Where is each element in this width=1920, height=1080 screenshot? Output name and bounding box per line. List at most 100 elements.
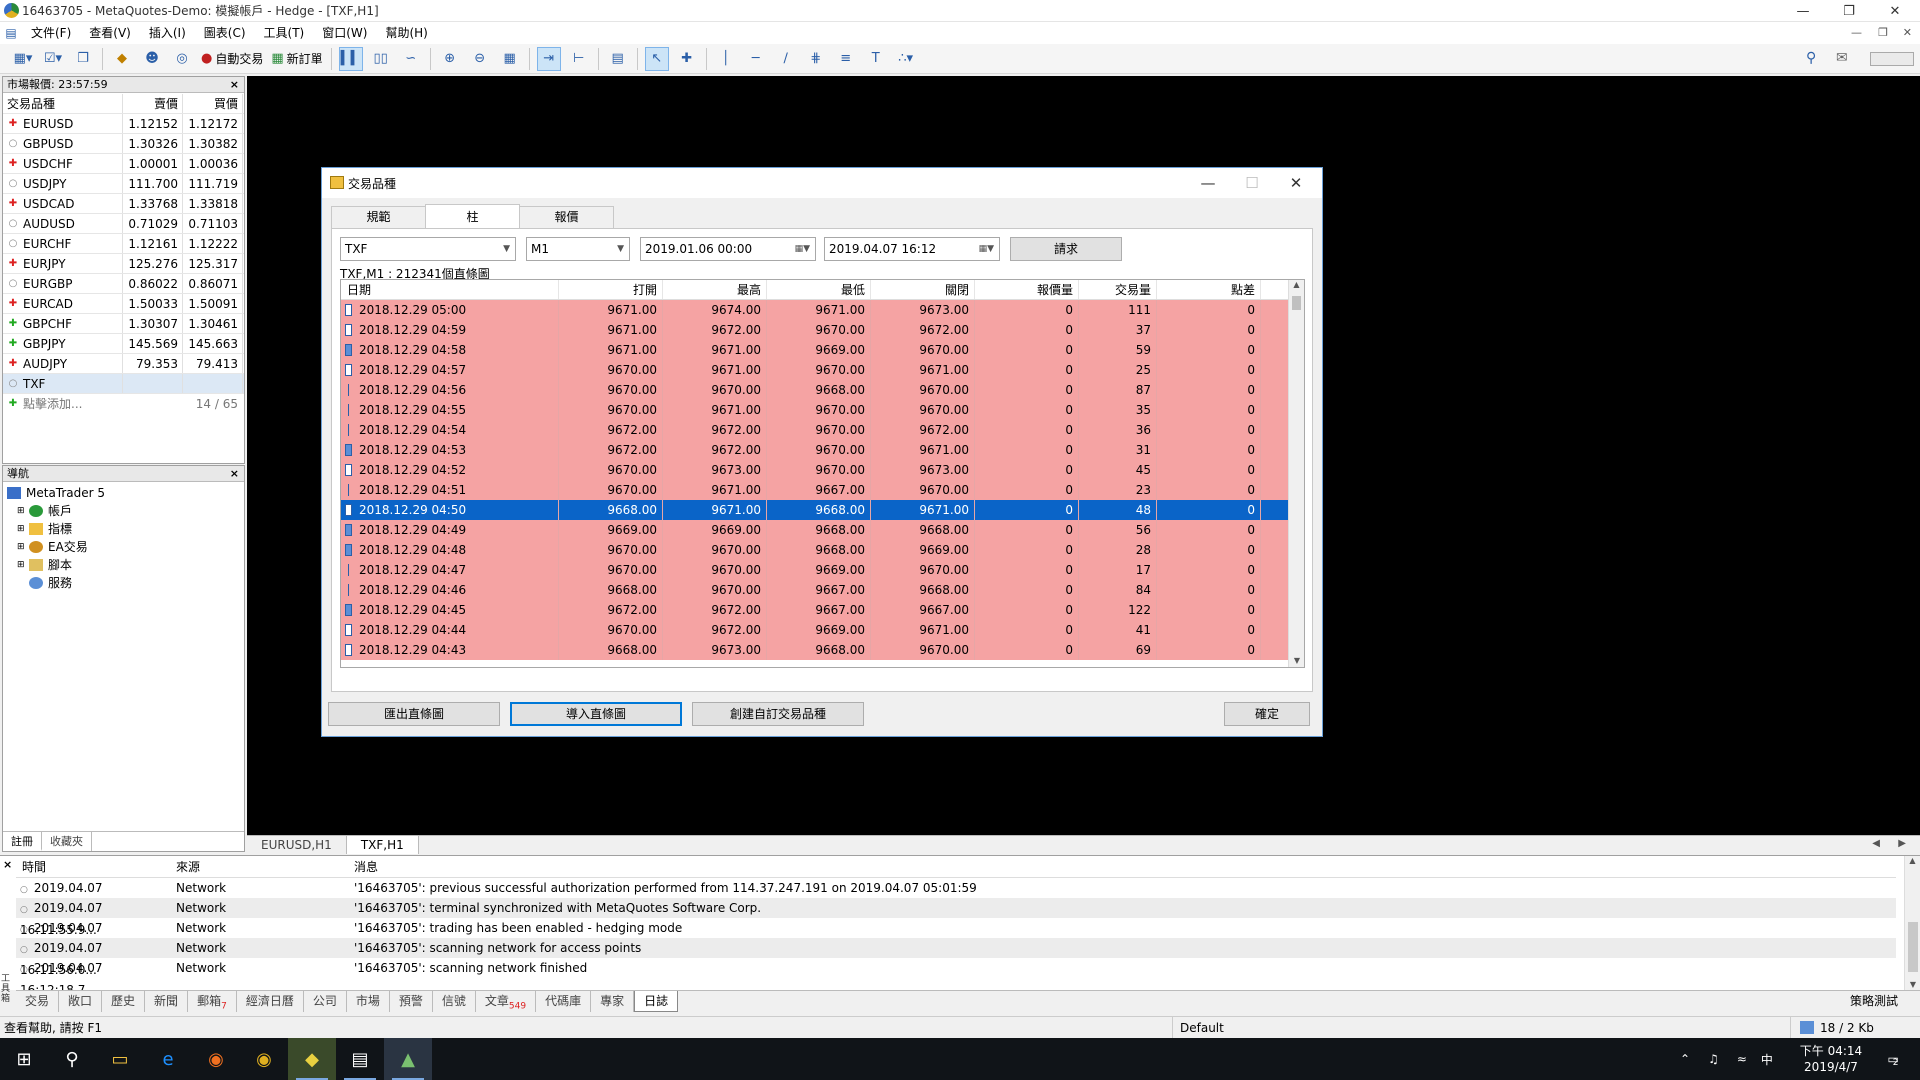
- expand-icon[interactable]: ⊞: [17, 538, 29, 556]
- calendar-icon[interactable]: ▦▼: [795, 238, 810, 260]
- column-header-high[interactable]: 最高: [663, 280, 767, 299]
- chart-tab-eurusd[interactable]: EURUSD,H1: [247, 836, 347, 854]
- bar-row[interactable]: 2018.12.29 04:49 9669.00 9669.00 9668.00 966…: [341, 520, 1304, 540]
- expand-icon[interactable]: ⊞: [17, 556, 29, 574]
- search-icon[interactable]: ⚲: [1806, 50, 1816, 66]
- chart-tab-txf[interactable]: TXF,H1: [346, 836, 419, 854]
- notepad-taskbar-icon[interactable]: ▤: [336, 1038, 384, 1080]
- child-restore-icon[interactable]: ❐: [1878, 26, 1888, 39]
- scroll-thumb[interactable]: [1908, 922, 1918, 972]
- market-watch-row[interactable]: ✚ EURJPY 125.276 125.317: [3, 254, 244, 274]
- indicators-icon[interactable]: ▤: [606, 47, 630, 71]
- nav-item-accounts[interactable]: ⊞ 帳戶: [7, 502, 244, 520]
- tab-market[interactable]: 市場: [347, 991, 390, 1012]
- nav-root[interactable]: MetaTrader 5: [7, 484, 244, 502]
- tab-news[interactable]: 新聞: [145, 991, 189, 1012]
- metaeditor-taskbar-icon[interactable]: ◆: [288, 1038, 336, 1080]
- signals-icon[interactable]: ◎: [170, 47, 194, 71]
- bar-row[interactable]: 2018.12.29 04:55 9670.00 9671.00 9670.00 967…: [341, 400, 1304, 420]
- request-button[interactable]: 請求: [1010, 237, 1122, 261]
- scroll-up-icon[interactable]: ▲: [1905, 856, 1920, 865]
- scroll-down-icon[interactable]: ▼: [1905, 980, 1920, 989]
- menu-view[interactable]: 查看(V): [80, 22, 140, 44]
- market-watch-row[interactable]: ○ EURCHF 1.12161 1.12222: [3, 234, 244, 254]
- candlestick-icon[interactable]: ▯▯: [369, 47, 393, 71]
- timeframe-select[interactable]: M1 ▼: [526, 237, 630, 261]
- tab-journal[interactable]: 日誌: [634, 991, 679, 1012]
- tab-bars[interactable]: 柱: [425, 204, 520, 228]
- menu-help[interactable]: 幫助(H): [376, 22, 436, 44]
- bar-row[interactable]: 2018.12.29 04:58 9671.00 9671.00 9669.00 967…: [341, 340, 1304, 360]
- horizontal-line-icon[interactable]: ─: [744, 47, 768, 71]
- profiles-icon[interactable]: ☑▾: [41, 47, 65, 71]
- close-icon[interactable]: ✕: [1276, 172, 1316, 194]
- bar-row[interactable]: 2018.12.29 05:00 9671.00 9674.00 9671.00 967…: [341, 300, 1304, 320]
- bar-row[interactable]: 2018.12.29 04:56 9670.00 9670.00 9668.00 967…: [341, 380, 1304, 400]
- journal-row[interactable]: ○ 2019.04.07 16:11:56.0... Network '1646370…: [16, 938, 1896, 977]
- metatrader-taskbar-icon[interactable]: ▲: [384, 1038, 432, 1080]
- document-icon[interactable]: ▤: [0, 26, 22, 40]
- export-bars-button[interactable]: 匯出直條圖: [328, 702, 500, 726]
- restore-icon[interactable]: ❐: [1826, 0, 1872, 22]
- bar-row[interactable]: 2018.12.29 04:54 9672.00 9672.00 9670.00 967…: [341, 420, 1304, 440]
- column-header-date[interactable]: 日期: [341, 280, 559, 299]
- market-watch-row[interactable]: ✚ USDCAD 1.33768 1.33818: [3, 194, 244, 214]
- expand-icon[interactable]: ⊞: [17, 502, 29, 520]
- bar-row[interactable]: 2018.12.29 04:59 9671.00 9672.00 9670.00 967…: [341, 320, 1304, 340]
- minimize-icon[interactable]: —: [1780, 0, 1826, 22]
- nav-item-scripts[interactable]: ⊞ 腳本: [7, 556, 244, 574]
- calendar-icon[interactable]: ▦▼: [979, 238, 994, 260]
- bar-row[interactable]: 2018.12.29 04:45 9672.00 9672.00 9667.00 966…: [341, 600, 1304, 620]
- tabs-right-icon[interactable]: ▶: [1898, 838, 1906, 849]
- tab-code-base[interactable]: 代碼庫: [536, 991, 592, 1012]
- close-icon[interactable]: ✕: [1872, 0, 1918, 22]
- vertical-line-icon[interactable]: │: [714, 47, 738, 71]
- close-icon[interactable]: ×: [230, 77, 239, 92]
- bar-row[interactable]: 2018.12.29 04:51 9670.00 9671.00 9667.00 967…: [341, 480, 1304, 500]
- line-chart-icon[interactable]: ∽: [399, 47, 423, 71]
- tab-signals[interactable]: 信號: [433, 991, 476, 1012]
- scroll-down-icon[interactable]: ▼: [1289, 656, 1304, 665]
- bar-row[interactable]: 2018.12.29 04:43 9668.00 9673.00 9668.00 967…: [341, 640, 1304, 660]
- child-close-icon[interactable]: ✕: [1903, 26, 1912, 39]
- tab-ticks[interactable]: 報價: [519, 206, 614, 228]
- column-header-bid[interactable]: 賣價: [123, 94, 183, 113]
- market-watch-row[interactable]: ○ GBPUSD 1.30326 1.30382: [3, 134, 244, 154]
- market-watch-row[interactable]: ✚ EURCAD 1.50033 1.50091: [3, 294, 244, 314]
- ok-button[interactable]: 確定: [1224, 702, 1310, 726]
- date-from-picker[interactable]: 2019.01.06 00:00 ▦▼: [640, 237, 816, 261]
- market-watch-row[interactable]: ○ AUDUSD 0.71029 0.71103: [3, 214, 244, 234]
- market-watch-row[interactable]: ✚ GBPJPY 145.569 145.663: [3, 334, 244, 354]
- column-header-symbol[interactable]: 交易品種: [3, 94, 123, 113]
- new-order-button[interactable]: ▦ 新訂單: [270, 47, 323, 71]
- tabs-left-icon[interactable]: ◀: [1872, 838, 1880, 849]
- nav-item-services[interactable]: 服務: [7, 574, 244, 592]
- tab-mailbox[interactable]: 郵箱7: [188, 991, 237, 1012]
- metaeditor-icon[interactable]: ◆: [110, 47, 134, 71]
- close-icon[interactable]: ×: [3, 858, 12, 871]
- column-header-time[interactable]: 時間: [16, 856, 176, 877]
- search-icon[interactable]: ⚲: [48, 1038, 96, 1080]
- notification-center[interactable]: ▭ 2: [1878, 1038, 1908, 1080]
- bar-row[interactable]: 2018.12.29 04:57 9670.00 9671.00 9670.00 967…: [341, 360, 1304, 380]
- new-chart-icon[interactable]: ▦▾: [11, 47, 35, 71]
- market-watch-row[interactable]: ○ USDJPY 111.700 111.719: [3, 174, 244, 194]
- bar-row[interactable]: 2018.12.29 04:47 9670.00 9670.00 9669.00 967…: [341, 560, 1304, 580]
- fibonacci-icon[interactable]: ≡: [834, 47, 858, 71]
- strategy-tester-tab[interactable]: 策略測試: [1850, 991, 1898, 1011]
- child-minimize-icon[interactable]: —: [1851, 26, 1862, 39]
- cursor-icon[interactable]: ↖: [644, 46, 669, 71]
- menu-charts[interactable]: 圖表(C): [195, 22, 255, 44]
- expand-icon[interactable]: ⊞: [17, 520, 29, 538]
- tab-experts[interactable]: 專家: [591, 991, 635, 1012]
- nav-item-indicators[interactable]: ⊞ 指標: [7, 520, 244, 538]
- tab-articles[interactable]: 文章549: [476, 991, 537, 1012]
- zoom-out-icon[interactable]: ⊖: [468, 47, 492, 71]
- bar-row[interactable]: 2018.12.29 04:52 9670.00 9673.00 9670.00 967…: [341, 460, 1304, 480]
- volume-icon[interactable]: ♫: [1708, 1052, 1719, 1066]
- tray-chevron-up-icon[interactable]: ⌃: [1680, 1052, 1690, 1066]
- vertical-scrollbar[interactable]: ▲ ▼: [1288, 280, 1304, 667]
- column-header-tick-volume[interactable]: 報價量: [975, 280, 1079, 299]
- bar-row[interactable]: 2018.12.29 04:46 9668.00 9670.00 9667.00 966…: [341, 580, 1304, 600]
- network-icon[interactable]: ≈: [1737, 1052, 1747, 1066]
